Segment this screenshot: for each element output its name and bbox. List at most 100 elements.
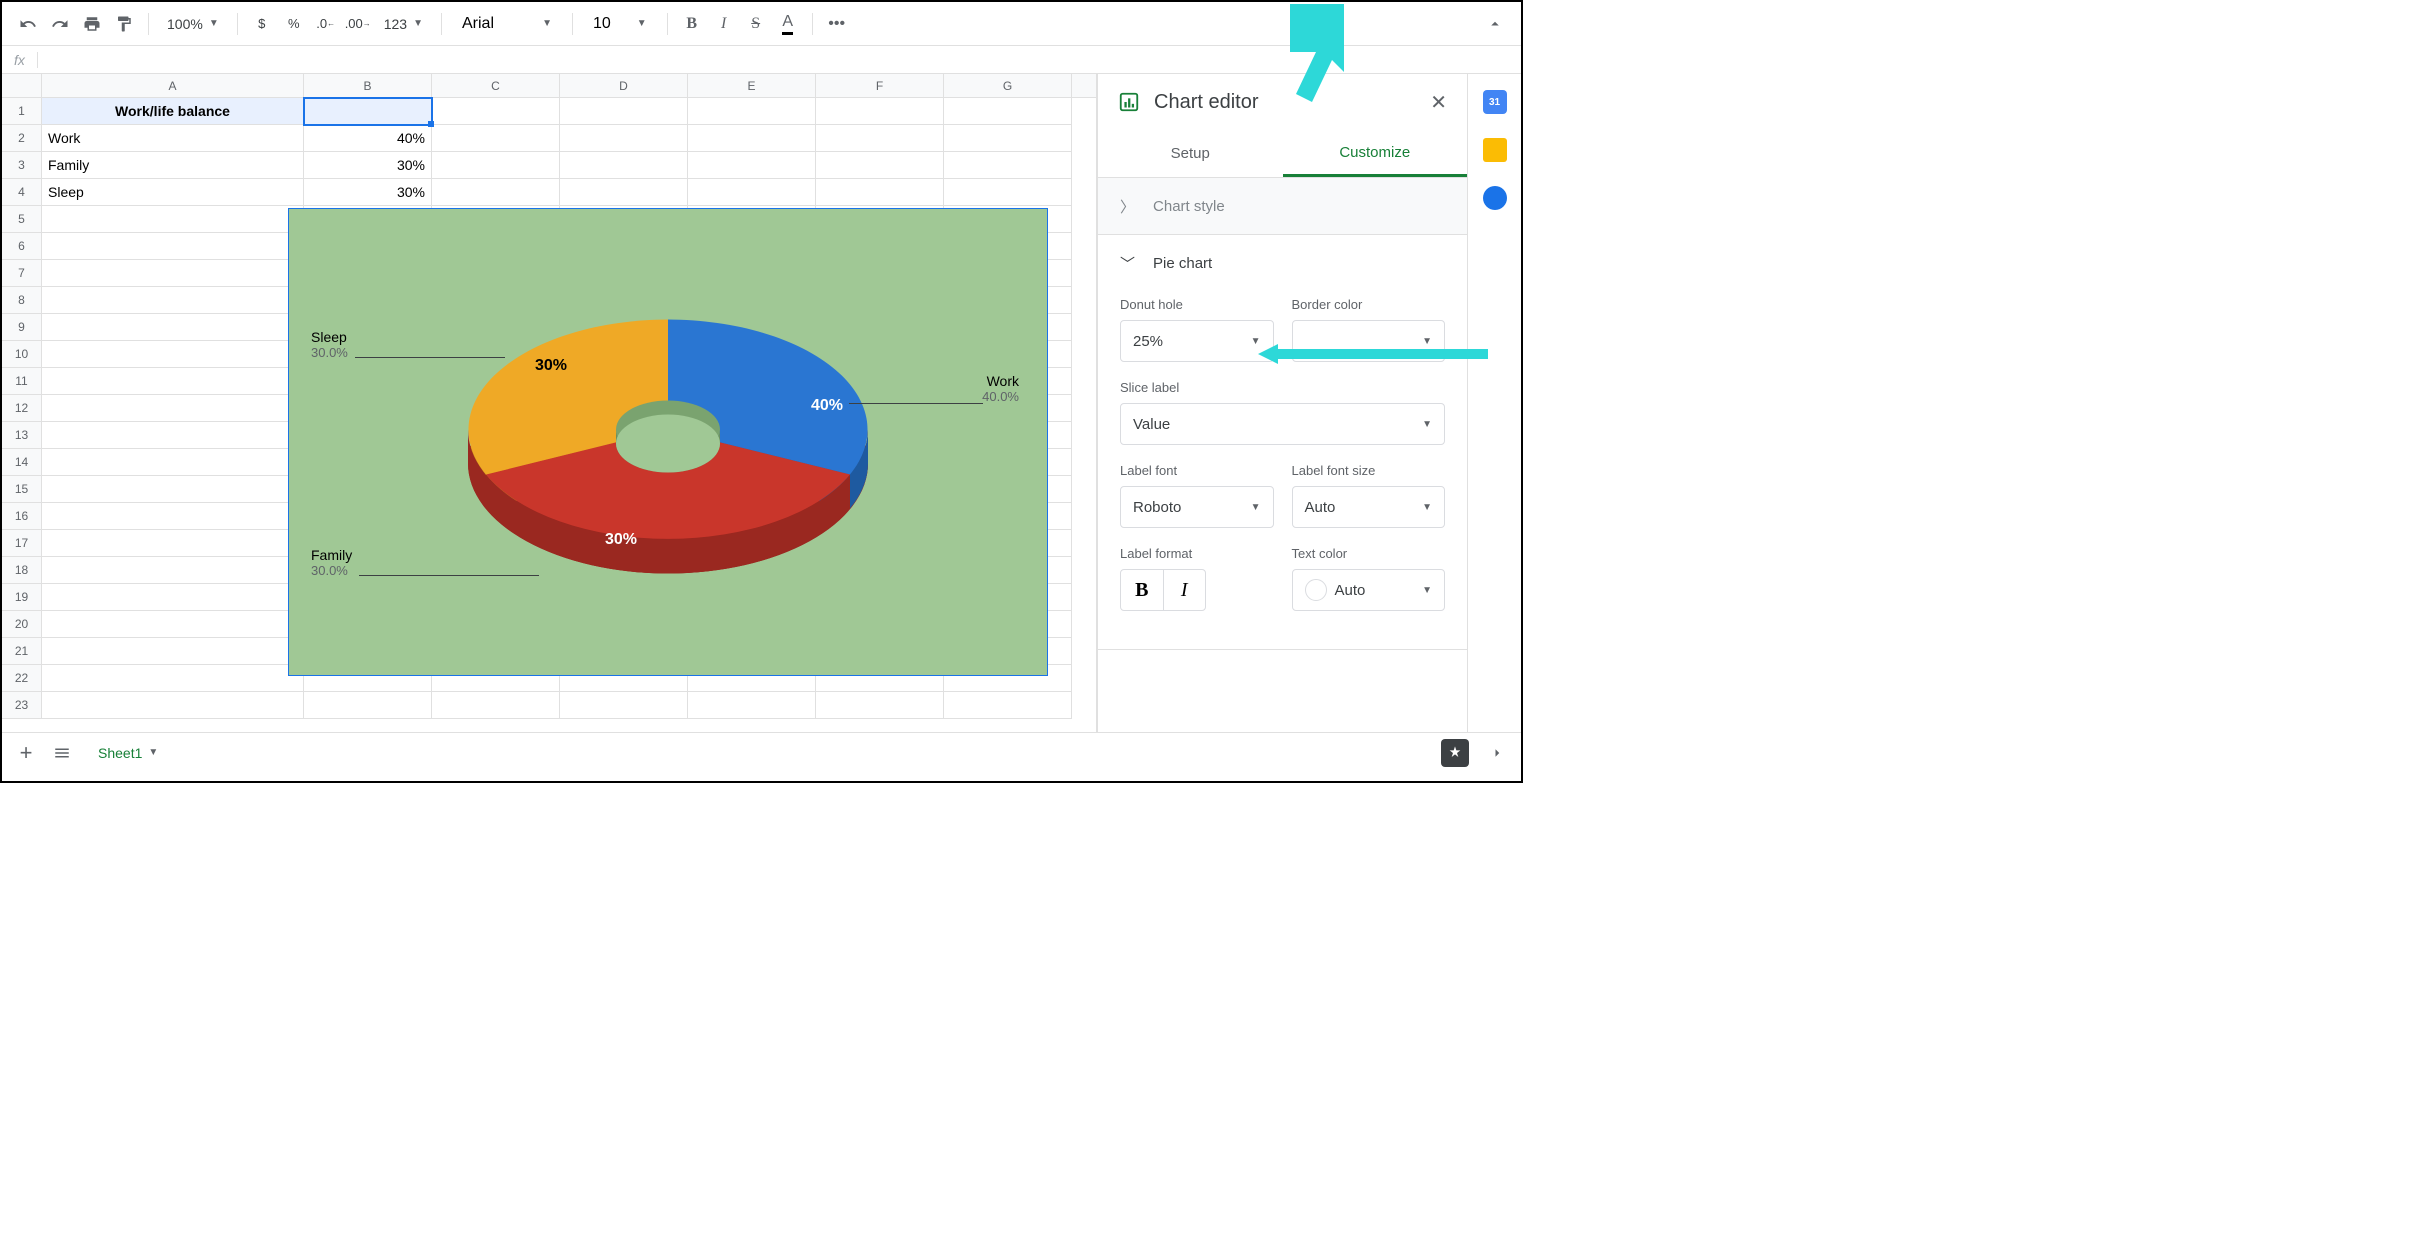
cell[interactable] [42, 476, 304, 503]
cell[interactable] [688, 692, 816, 719]
label-font-select[interactable]: Roboto▼ [1120, 486, 1274, 528]
more-button[interactable]: ••• [823, 10, 851, 38]
print-button[interactable] [78, 10, 106, 38]
row-header[interactable]: 14 [2, 449, 42, 476]
select-all-corner[interactable] [2, 74, 42, 97]
calendar-icon[interactable]: 31 [1483, 90, 1507, 114]
cell[interactable] [944, 692, 1072, 719]
cell[interactable] [432, 125, 560, 152]
italic-toggle[interactable]: I [1164, 570, 1206, 610]
text-color-select[interactable]: Auto ▼ [1292, 569, 1446, 611]
cell[interactable] [944, 98, 1072, 125]
row-header[interactable]: 12 [2, 395, 42, 422]
tab-setup[interactable]: Setup [1098, 130, 1283, 177]
cell[interactable] [304, 692, 432, 719]
cell[interactable] [816, 179, 944, 206]
cell[interactable]: Work [42, 125, 304, 152]
cell[interactable] [560, 179, 688, 206]
row-header[interactable]: 10 [2, 341, 42, 368]
cell[interactable] [816, 98, 944, 125]
cell[interactable]: Sleep [42, 179, 304, 206]
cell[interactable] [432, 98, 560, 125]
cell[interactable] [816, 692, 944, 719]
cell[interactable]: 30% [304, 179, 432, 206]
cell[interactable] [944, 152, 1072, 179]
cell[interactable] [42, 692, 304, 719]
tab-customize[interactable]: Customize [1283, 130, 1468, 177]
formula-input[interactable] [38, 46, 1521, 73]
cell[interactable] [688, 125, 816, 152]
cell[interactable] [42, 206, 304, 233]
strikethrough-button[interactable]: S [742, 10, 770, 38]
font-select[interactable]: Arial▼ [452, 15, 562, 33]
spreadsheet-grid[interactable]: A B C D E F G 1Work/life balance2Work40%… [2, 74, 1097, 732]
cell[interactable] [688, 152, 816, 179]
row-header[interactable]: 9 [2, 314, 42, 341]
pie-chart[interactable]: 40% 30% 30% Work 40.0% Family 30.0% Slee… [288, 208, 1048, 676]
row-header[interactable]: 15 [2, 476, 42, 503]
col-header[interactable]: B [304, 74, 432, 97]
col-header[interactable]: D [560, 74, 688, 97]
cell[interactable]: 40% [304, 125, 432, 152]
section-pie-chart[interactable]: ﹀ Pie chart [1098, 235, 1467, 291]
cell[interactable] [688, 179, 816, 206]
cell[interactable]: 30% [304, 152, 432, 179]
tasks-icon[interactable] [1483, 186, 1507, 210]
cell[interactable]: Work/life balance [42, 98, 304, 125]
row-header[interactable]: 5 [2, 206, 42, 233]
row-header[interactable]: 18 [2, 557, 42, 584]
cell[interactable] [42, 395, 304, 422]
label-font-size-select[interactable]: Auto▼ [1292, 486, 1446, 528]
slice-label-select[interactable]: Value▼ [1120, 403, 1445, 445]
row-header[interactable]: 19 [2, 584, 42, 611]
row-header[interactable]: 16 [2, 503, 42, 530]
zoom-select[interactable]: 100%▼ [159, 16, 227, 32]
undo-button[interactable] [14, 10, 42, 38]
row-header[interactable]: 1 [2, 98, 42, 125]
keep-icon[interactable] [1483, 138, 1507, 162]
add-sheet-button[interactable]: + [12, 739, 40, 767]
number-format-select[interactable]: 123▼ [376, 16, 431, 32]
close-button[interactable]: ✕ [1430, 90, 1447, 115]
row-header[interactable]: 2 [2, 125, 42, 152]
currency-button[interactable]: $ [248, 10, 276, 38]
cell[interactable] [560, 692, 688, 719]
all-sheets-button[interactable] [48, 739, 76, 767]
col-header[interactable]: A [42, 74, 304, 97]
cell[interactable] [42, 368, 304, 395]
cell[interactable] [432, 692, 560, 719]
increase-decimal-button[interactable]: .00→ [344, 10, 372, 38]
donut-hole-select[interactable]: 25%▼ [1120, 320, 1274, 362]
col-header[interactable]: E [688, 74, 816, 97]
cell[interactable] [304, 98, 432, 125]
cell[interactable] [944, 125, 1072, 152]
row-header[interactable]: 17 [2, 530, 42, 557]
cell[interactable] [432, 179, 560, 206]
col-header[interactable]: F [816, 74, 944, 97]
cell[interactable] [560, 125, 688, 152]
collapse-toolbar-button[interactable] [1481, 10, 1509, 38]
section-chart-style[interactable]: 〉 Chart style [1098, 178, 1467, 234]
cell[interactable] [42, 341, 304, 368]
bold-toggle[interactable]: B [1121, 570, 1164, 610]
cell[interactable] [560, 98, 688, 125]
explore-button[interactable] [1441, 739, 1469, 767]
row-header[interactable]: 13 [2, 422, 42, 449]
row-header[interactable]: 11 [2, 368, 42, 395]
cell[interactable] [42, 665, 304, 692]
row-header[interactable]: 6 [2, 233, 42, 260]
row-header[interactable]: 22 [2, 665, 42, 692]
font-size-select[interactable]: 10▼ [583, 15, 657, 33]
redo-button[interactable] [46, 10, 74, 38]
row-header[interactable]: 20 [2, 611, 42, 638]
decrease-decimal-button[interactable]: .0← [312, 10, 340, 38]
row-header[interactable]: 23 [2, 692, 42, 719]
paint-format-button[interactable] [110, 10, 138, 38]
cell[interactable] [42, 422, 304, 449]
sheet-tab[interactable]: Sheet1▼ [84, 739, 172, 767]
row-header[interactable]: 21 [2, 638, 42, 665]
col-header[interactable]: G [944, 74, 1072, 97]
cell[interactable]: Family [42, 152, 304, 179]
row-header[interactable]: 3 [2, 152, 42, 179]
cell[interactable] [42, 611, 304, 638]
